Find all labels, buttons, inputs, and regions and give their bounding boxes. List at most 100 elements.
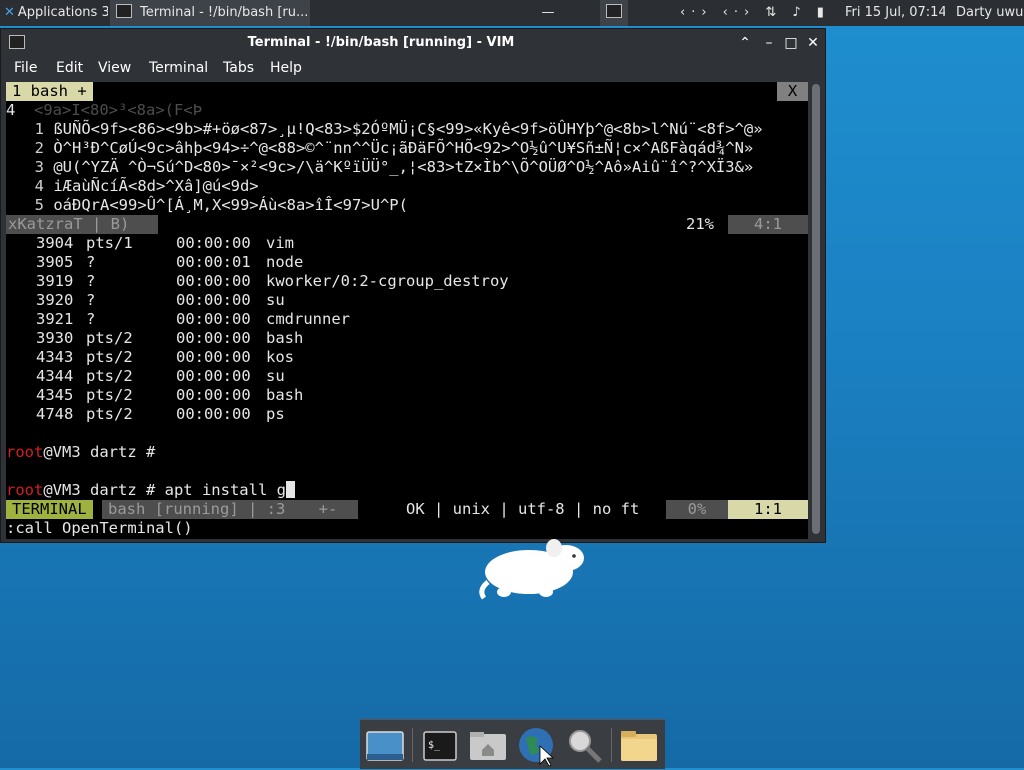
process-row: 3920? 00:00:00 su [6, 291, 808, 310]
home-folder-icon [470, 732, 506, 760]
tty-cell: ? [86, 291, 96, 309]
vim-statusline-top: xKatzraT | B) 21% 4:1 [6, 215, 808, 234]
clock[interactable]: Fri 15 Jul, 07:14 [845, 0, 945, 26]
pid-cell: 4343 [36, 348, 74, 366]
xfce-logo-icon: ✕ [4, 5, 15, 20]
status-position: 4:1 [728, 215, 808, 234]
time-cell: 00:00:00 [176, 367, 251, 385]
terminal-icon [606, 4, 622, 18]
menu-file[interactable]: File [14, 60, 37, 76]
search-launcher[interactable] [562, 724, 606, 766]
folder-launcher[interactable] [617, 724, 661, 766]
process-row: 3905? 00:00:01 node [6, 253, 808, 272]
tty-cell: pts/1 [86, 234, 133, 252]
process-row: 4345 pts/2 00:00:00 bash [6, 386, 808, 405]
prompt-user: root [6, 443, 44, 461]
line-text: Ò^H³Ð^CøÚ<9c>âhþ<94>÷^@<88>©^¨nn^^Üc¡ãÐä… [53, 139, 754, 157]
command-cell: cmdrunner [266, 310, 350, 328]
vim-statusline-terminal: TERMINAL bash [running] | :3 +- OK | unix… [6, 500, 808, 519]
tty-cell: ? [86, 253, 96, 271]
status-percent: 0% [666, 500, 728, 519]
menu-tabs[interactable]: Tabs [223, 60, 254, 76]
taskbar-terminal-button[interactable]: Terminal - !/bin/bash [ru... [110, 0, 310, 26]
time-cell: 00:00:00 [176, 405, 251, 423]
command-cell: kworker/0:2-cgroup_destroy [266, 272, 509, 290]
menubar: File Edit View Terminal Tabs Help [1, 57, 825, 81]
buffer-line: 3 @U(^YZÄ ^Ò¬Sú^D<80>¯×²<9c>/\ä^KºïÜÜ°_,… [6, 158, 808, 177]
menu-view[interactable]: View [98, 60, 131, 76]
web-browser-launcher[interactable] [514, 724, 558, 767]
svg-text:$_: $_ [428, 740, 441, 751]
line-number: 5 [34, 196, 44, 214]
window-titlebar[interactable]: Terminal - !/bin/bash [running] - VIM ⌃ … [1, 29, 825, 57]
prompt-user: root [6, 481, 44, 499]
command-cell: su [266, 367, 285, 385]
time-cell: 00:00:01 [176, 253, 251, 271]
menu-terminal[interactable]: Terminal [149, 60, 208, 76]
status-percent: 21% [686, 215, 714, 233]
text-cursor [285, 481, 295, 498]
show-desktop-launcher[interactable] [363, 724, 407, 766]
scrollbar[interactable] [809, 82, 823, 539]
menu-edit[interactable]: Edit [56, 60, 83, 76]
applications-suffix: 3 [101, 5, 108, 20]
search-icon [569, 730, 602, 763]
command-cell: bash [266, 329, 304, 347]
buffer-line: 1 ßUÑÕ<9f><86><9b>#+öø<87>¸µ!Q<83>$2ÓºMÜ… [6, 120, 808, 139]
pid-cell: 3920 [36, 291, 74, 309]
process-row: 3921? 00:00:00 cmdrunner [6, 310, 808, 329]
taskbar-terminal-label: Terminal - !/bin/bash [ru... [140, 5, 309, 20]
minimize-button[interactable]: – [759, 33, 779, 53]
line-text: oáÐQrA<99>Û^[Á¸M,X<99>Áù<8a>îÎ<97>U^P( [53, 196, 408, 214]
maximize-button[interactable]: □ [781, 33, 801, 53]
system-tray[interactable]: ‹·› ‹·› ⇅ ♪ ▮ ▲ [680, 0, 830, 26]
dock-separator [412, 728, 413, 762]
shade-button[interactable]: ⌃ [735, 33, 755, 53]
pid-cell: 3919 [36, 272, 74, 290]
command-cell: ps [266, 405, 285, 423]
pid-cell: 3905 [36, 253, 74, 271]
buffer-line: 2 Ò^H³Ð^CøÚ<9c>âhþ<94>÷^@<88>©^¨nn^^Üc¡ã… [6, 139, 808, 158]
pid-cell: 3921 [36, 310, 74, 328]
terminal-window: Terminal - !/bin/bash [running] - VIM ⌃ … [0, 28, 826, 543]
command-cell: bash [266, 386, 304, 404]
panel-terminal-launcher[interactable] [600, 0, 628, 26]
web-browser-icon [519, 728, 555, 767]
command-input[interactable]: apt install g [155, 481, 286, 499]
minimize-indicator-icon[interactable]: — [538, 0, 558, 26]
terminal-icon [116, 4, 132, 18]
home-folder-launcher[interactable] [466, 724, 510, 766]
line-text: <9a>I<80>³<8a>(F<Þ [15, 101, 202, 119]
close-button[interactable]: ✕ [803, 33, 823, 53]
vim-tab-active[interactable]: 1 bash + [6, 82, 93, 101]
dock-separator [611, 728, 612, 762]
terminal-icon: $_ [423, 731, 457, 761]
desktop-icon [366, 731, 404, 761]
prompt-host: @VM3 dartz # [43, 481, 156, 499]
top-panel: ✕ Applications 3 Terminal - !/bin/bash [r… [0, 0, 1024, 26]
time-cell: 00:00:00 [176, 329, 251, 347]
menu-help[interactable]: Help [270, 60, 302, 76]
vim-command-line[interactable]: :call OpenTerminal() [6, 519, 808, 538]
time-cell: 00:00:00 [176, 234, 251, 252]
status-mode: TERMINAL [6, 500, 93, 519]
command-cell: kos [266, 348, 294, 366]
user-menu[interactable]: Darty uwu [956, 0, 1024, 26]
terminal-content[interactable]: 1 bash + X 4 <9a>I<80>³<8a>(F<Þ 1 ßUÑÕ<9… [6, 82, 808, 539]
vim-tab-close-button[interactable]: X [777, 82, 808, 101]
shell-prompt-active[interactable]: root@VM3 dartz # apt install g [6, 481, 808, 500]
scrollbar-thumb[interactable] [812, 84, 820, 534]
status-position: 1:1 [728, 500, 808, 519]
time-cell: 00:00:00 [176, 291, 251, 309]
tty-cell: ? [86, 272, 96, 290]
command-cell: node [266, 253, 304, 271]
terminal-launcher[interactable]: $_ [418, 724, 462, 766]
status-file-name: bash [running] | :3 [108, 500, 286, 518]
time-cell: 00:00:00 [176, 348, 251, 366]
applications-menu-button[interactable]: ✕ Applications 3 [0, 0, 108, 26]
line-number: 4 [6, 101, 16, 119]
buffer-line: 5 oáÐQrA<99>Û^[Á¸M,X<99>Áù<8a>îÎ<97>U^P( [6, 196, 808, 215]
command-cell: su [266, 291, 285, 309]
process-row: 3904 pts/1 00:00:00 vim [6, 234, 808, 253]
vim-tabline: 1 bash + X [6, 82, 808, 101]
